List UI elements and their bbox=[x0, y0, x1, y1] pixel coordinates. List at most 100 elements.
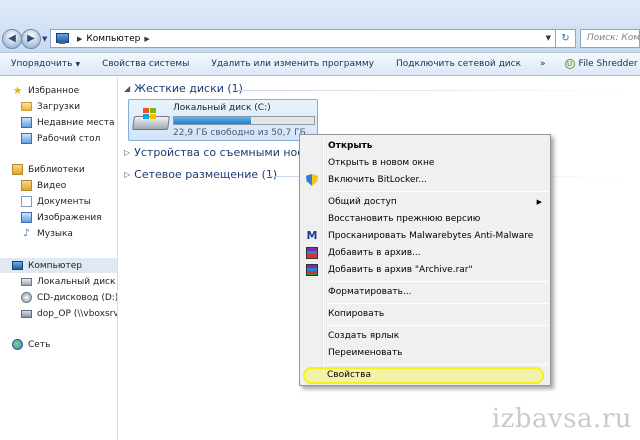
menu-item-share[interactable]: Общий доступ ▶ bbox=[302, 194, 548, 210]
address-bar[interactable]: ▶ Компьютер ▶ ▼ bbox=[50, 29, 556, 48]
sidebar-item-downloads[interactable]: Загрузки bbox=[0, 99, 117, 114]
menu-item-label: Переименовать bbox=[328, 348, 403, 358]
disk-usage-bar bbox=[173, 116, 315, 125]
sidebar-item-cd-drive[interactable]: CD-дисковод (D:) Vi bbox=[0, 290, 118, 305]
menu-item-label: Просканировать Malwarebytes Anti-Malware bbox=[328, 231, 534, 241]
sidebar-item-computer[interactable]: Компьютер bbox=[0, 258, 117, 273]
sidebar-item-label: Видео bbox=[37, 180, 67, 191]
drive-name: Локальный диск (C:) bbox=[173, 103, 271, 113]
disk-usage-fill bbox=[174, 117, 251, 124]
address-dropdown-icon[interactable]: ▼ bbox=[546, 34, 551, 42]
menu-item-label: Форматировать... bbox=[328, 287, 412, 297]
group-header-network[interactable]: ▷ Сетевое размещение (1) bbox=[124, 168, 277, 181]
sidebar-item-label: Музыка bbox=[37, 228, 73, 239]
menu-item-label: Открыть bbox=[328, 141, 373, 151]
menu-item-format[interactable]: Форматировать... bbox=[302, 284, 548, 300]
local-disk-tile[interactable]: Локальный диск (C:) 22,9 ГБ свободно из … bbox=[128, 99, 318, 141]
sidebar-item-label: Сеть bbox=[28, 339, 51, 350]
menu-item-label: Восстановить прежнюю версию bbox=[328, 214, 481, 224]
context-menu: Открыть Открыть в новом окне Включить Bi… bbox=[299, 134, 551, 386]
organize-label: Упорядочить bbox=[11, 59, 73, 69]
forward-button[interactable]: ▶ bbox=[21, 29, 41, 49]
group-title: Сетевое размещение (1) bbox=[134, 168, 278, 181]
group-divider bbox=[233, 90, 633, 91]
hard-disk-icon bbox=[21, 277, 32, 286]
back-button[interactable]: ◀ bbox=[2, 29, 22, 49]
network-icon bbox=[12, 339, 23, 350]
sidebar-item-label: CD-дисковод (D:) Vi bbox=[37, 292, 118, 303]
expand-icon[interactable]: ▷ bbox=[124, 148, 130, 157]
video-library-icon bbox=[21, 180, 32, 191]
navigation-pane: ★ Избранное Загрузки Недавние места Рабоч… bbox=[0, 77, 118, 440]
sidebar-item-label: dop_OP (\\vboxsrv) bbox=[37, 308, 118, 319]
file-shredder-icon: U bbox=[564, 59, 575, 69]
menu-item-add-archive[interactable]: Добавить в архив... bbox=[302, 245, 548, 261]
watermark: izbavsa.ru bbox=[491, 404, 632, 434]
sidebar-item-documents[interactable]: Документы bbox=[0, 194, 117, 209]
malwarebytes-icon: M bbox=[306, 229, 318, 242]
sidebar-item-local-disk[interactable]: Локальный диск (C:) bbox=[0, 274, 117, 289]
drive-free-space: 22,9 ГБ свободно из 50,7 ГБ bbox=[173, 128, 306, 138]
sidebar-item-pictures[interactable]: Изображения bbox=[0, 210, 117, 225]
search-input[interactable]: Поиск: Компьютер bbox=[580, 29, 640, 48]
organize-button[interactable]: Упорядочить ▼ bbox=[0, 59, 91, 69]
expand-icon[interactable]: ▷ bbox=[124, 170, 130, 179]
folder-icon bbox=[21, 102, 32, 111]
menu-item-label: Копировать bbox=[328, 309, 385, 319]
menu-separator bbox=[326, 325, 548, 326]
menu-item-properties[interactable]: Свойства bbox=[303, 367, 544, 384]
shield-icon bbox=[306, 174, 318, 186]
menu-separator bbox=[326, 281, 548, 282]
menu-item-copy[interactable]: Копировать bbox=[302, 306, 548, 322]
menu-item-restore-version[interactable]: Восстановить прежнюю версию bbox=[302, 211, 548, 227]
sidebar-item-label: Рабочий стол bbox=[37, 133, 101, 144]
sidebar-item-desktop[interactable]: Рабочий стол bbox=[0, 131, 117, 146]
pictures-icon bbox=[21, 212, 32, 223]
computer-icon bbox=[55, 33, 69, 44]
menu-item-create-shortcut[interactable]: Создать ярлык bbox=[302, 328, 548, 344]
menu-item-rename[interactable]: Переименовать bbox=[302, 345, 548, 361]
sidebar-item-label: Локальный диск (C:) bbox=[37, 276, 117, 287]
collapse-icon[interactable]: ◢ bbox=[124, 84, 130, 93]
menu-item-add-archive-rar[interactable]: Добавить в архив "Archive.rar" bbox=[302, 262, 548, 278]
network-drive-icon bbox=[21, 309, 32, 318]
file-shredder-button[interactable]: U File Shredder bbox=[554, 59, 640, 69]
submenu-arrow-icon: ▶ bbox=[536, 198, 542, 206]
menu-item-malwarebytes[interactable]: M Просканировать Malwarebytes Anti-Malwar… bbox=[302, 228, 548, 244]
music-icon: ♪ bbox=[23, 228, 30, 239]
documents-icon bbox=[21, 196, 32, 207]
menu-item-label: Создать ярлык bbox=[328, 331, 400, 341]
sidebar-item-music[interactable]: ♪ Музыка bbox=[0, 226, 117, 241]
map-network-drive-button[interactable]: Подключить сетевой диск bbox=[385, 59, 532, 69]
sidebar-item-recent[interactable]: Недавние места bbox=[0, 115, 117, 130]
sidebar-item-network-drive[interactable]: dop_OP (\\vboxsrv) bbox=[0, 306, 118, 321]
breadcrumb-arrow-icon[interactable]: ▶ bbox=[144, 35, 149, 43]
sidebar-item-label: Библиотеки bbox=[28, 164, 85, 175]
system-properties-button[interactable]: Свойства системы bbox=[91, 59, 200, 69]
sidebar-item-network[interactable]: Сеть bbox=[0, 337, 117, 352]
menu-item-label: Добавить в архив "Archive.rar" bbox=[328, 265, 473, 275]
uninstall-program-button[interactable]: Удалить или изменить программу bbox=[200, 59, 385, 69]
sidebar-item-label: Избранное bbox=[28, 85, 80, 96]
menu-item-bitlocker[interactable]: Включить BitLocker... bbox=[302, 172, 548, 188]
refresh-icon[interactable]: ↻ bbox=[556, 29, 576, 48]
menu-item-label: Включить BitLocker... bbox=[328, 175, 427, 185]
breadcrumb-arrow-icon[interactable]: ▶ bbox=[77, 35, 82, 43]
menu-item-label: Общий доступ bbox=[328, 197, 397, 207]
breadcrumb-computer[interactable]: Компьютер bbox=[86, 34, 140, 44]
command-toolbar: Упорядочить ▼ Свойства системы Удалить ил… bbox=[0, 52, 640, 76]
menu-separator bbox=[326, 364, 548, 365]
menu-item-label: Открыть в новом окне bbox=[328, 158, 435, 168]
sidebar-item-label: Загрузки bbox=[37, 101, 81, 112]
more-commands-button[interactable]: » bbox=[532, 59, 554, 69]
hard-disk-icon bbox=[132, 108, 170, 132]
sidebar-item-libraries[interactable]: Библиотеки bbox=[0, 162, 117, 177]
group-header-hard-disks[interactable]: ◢ Жесткие диски (1) bbox=[124, 82, 243, 95]
menu-item-open-new-window[interactable]: Открыть в новом окне bbox=[302, 155, 548, 171]
history-dropdown-icon[interactable]: ▼ bbox=[42, 35, 47, 43]
sidebar-item-label: Компьютер bbox=[28, 260, 82, 271]
sidebar-item-favorites[interactable]: ★ Избранное bbox=[0, 83, 117, 98]
cd-drive-icon bbox=[21, 292, 32, 303]
sidebar-item-video[interactable]: Видео bbox=[0, 178, 117, 193]
menu-item-open[interactable]: Открыть bbox=[302, 138, 548, 154]
